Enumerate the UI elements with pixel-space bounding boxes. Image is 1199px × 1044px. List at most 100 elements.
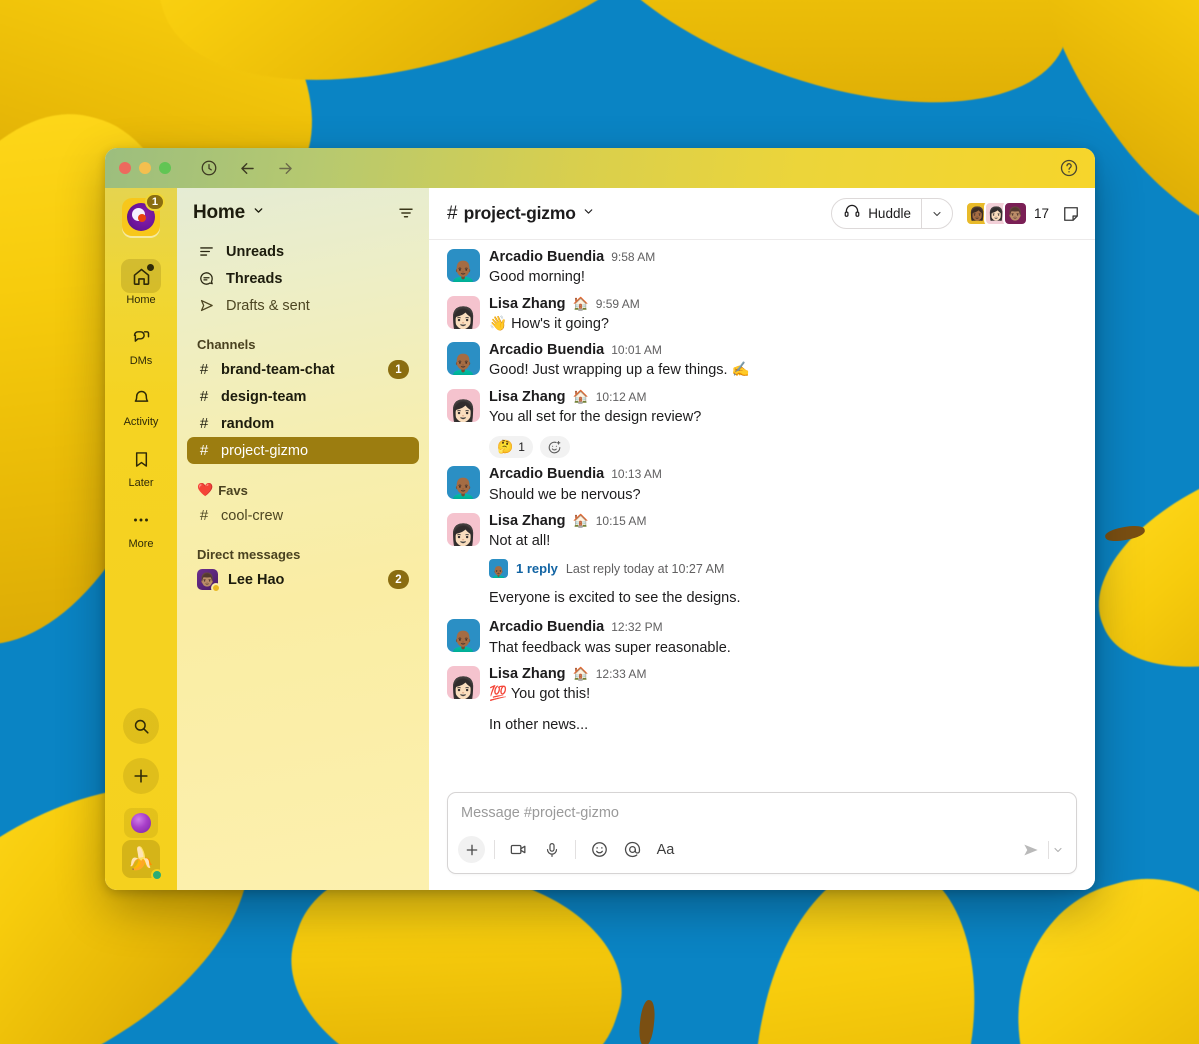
section-channels[interactable]: Channels [187,337,429,352]
close-button[interactable] [119,162,131,174]
rail-item-activity[interactable]: Activity [113,376,169,431]
message-timestamp[interactable]: 12:32 PM [611,620,662,634]
section-favs[interactable]: ❤️ Favs [187,482,429,498]
message-author[interactable]: Lisa Zhang [489,513,566,530]
back-arrow-icon[interactable] [237,158,257,178]
create-new-icon[interactable] [123,758,159,794]
drafts-icon [197,297,215,314]
emoji-icon[interactable] [585,835,614,864]
rail-item-dms[interactable]: DMs [113,315,169,370]
maximize-button[interactable] [159,162,171,174]
message-author[interactable]: Arcadio Buendia [489,249,604,266]
avatar[interactable]: 👩🏻 [447,295,480,329]
rail-item-home[interactable]: Home [113,254,169,309]
message-text: 👋 How's it going? [489,315,609,332]
avatar-image: 👨🏾‍🦲 [450,353,477,376]
avatar-image: 👨🏽 [1007,205,1024,221]
video-icon[interactable] [504,835,533,864]
sidebar-channel-cool-crew[interactable]: # cool-crew [187,502,419,529]
forward-arrow-icon[interactable] [275,158,295,178]
message-input[interactable]: Message #project-gizmo [448,793,1076,831]
sidebar-item-unreads[interactable]: Unreads [187,238,419,265]
avatar[interactable]: 👨🏾‍🦲 [447,619,480,653]
message-author[interactable]: Arcadio Buendia [489,619,604,636]
avatar[interactable]: 👩🏻 [447,512,480,546]
rail-item-more[interactable]: More [113,498,169,553]
message-text: Should we be nervous? [489,486,641,503]
add-reaction-icon[interactable] [539,436,570,459]
message-timestamp[interactable]: 12:33 AM [596,667,647,681]
message-list[interactable]: 👨🏾‍🦲 Arcadio Buendia 9:58 AM Good mornin… [429,240,1095,788]
divider [494,840,495,859]
window-titlebar [105,148,1095,188]
channel-title-dropdown[interactable]: # project-gizmo [447,203,595,225]
message-timestamp[interactable]: 10:12 AM [596,390,647,404]
avatar[interactable]: 👩🏻 [447,388,480,422]
message-author[interactable]: Lisa Zhang [489,666,566,683]
message-author[interactable]: Arcadio Buendia [489,466,604,483]
unread-badge: 2 [388,570,409,589]
sidebar-channel-design-team[interactable]: # design-team [187,383,419,410]
sidebar-channel-project-gizmo[interactable]: # project-gizmo [187,437,419,464]
microphone-icon[interactable] [537,835,566,864]
thread-reply-count[interactable]: 1 reply [516,561,558,576]
main-panel: # project-gizmo [429,188,1095,890]
formatting-icon[interactable]: Aa [651,835,680,864]
thread-summary[interactable]: 👨🏾‍🦲 1 reply Last reply today at 10:27 A… [447,554,1077,581]
huddle-start[interactable]: Huddle [832,202,921,225]
message-text: Not at all! [489,533,551,550]
section-direct-messages[interactable]: Direct messages [187,547,429,562]
message-composer[interactable]: Message #project-gizmo Aa [447,792,1077,874]
message-timestamp[interactable]: 9:58 AM [611,250,655,264]
plus-icon[interactable] [458,836,485,863]
message-row: 👨🏾‍🦲 Arcadio Buendia 10:13 AM Should we … [447,461,1077,508]
sidebar-channel-random[interactable]: # random [187,410,419,437]
sidebar-dm-lee-hao[interactable]: 👨🏽 Lee Hao 2 [187,566,419,593]
avatar[interactable]: 👨🏾‍🦲 [447,466,480,500]
rail-label-activity: Activity [123,416,159,428]
dms-icon [121,320,161,354]
reaction-bar: 🤔 1 [447,430,1077,461]
message-text-continuation: In other news... [489,716,589,733]
message-author[interactable]: Arcadio Buendia [489,342,604,359]
profile-orb-avatar[interactable] [124,808,158,838]
channel-label: random [221,415,275,432]
filter-icon[interactable] [397,204,415,222]
avatar[interactable]: 👩🏻 [447,665,480,699]
sidebar-item-drafts[interactable]: Drafts & sent [187,292,419,319]
send-icon[interactable] [1017,840,1045,860]
clock-history-icon[interactable] [199,158,219,178]
avatar-image: 🍌 [127,846,155,871]
window-controls[interactable] [119,162,171,174]
sidebar-item-threads[interactable]: Threads [187,265,419,292]
canvas-icon[interactable] [1061,204,1081,224]
sidebar-channel-brand-team-chat[interactable]: # brand-team-chat 1 [187,356,419,383]
message-timestamp[interactable]: 10:01 AM [611,343,662,357]
avatar[interactable]: 👨🏾‍🦲 [447,342,480,376]
user-avatar[interactable]: 🍌 [122,840,163,881]
message-author[interactable]: Lisa Zhang [489,296,566,313]
avatar[interactable]: 👨🏾‍🦲 [447,249,480,282]
channel-members[interactable]: 👩🏾 👩🏻 👨🏽 17 [964,201,1049,226]
sidebar-label-unreads: Unreads [226,243,285,260]
headphones-icon [843,202,861,225]
huddle-options-chevron-down-icon[interactable] [922,208,952,220]
avatar-image: 👨🏾‍🦲 [450,630,477,653]
message-timestamp[interactable]: 9:59 AM [596,297,640,311]
minimize-button[interactable] [139,162,151,174]
search-icon[interactable] [123,708,159,744]
message-timestamp[interactable]: 10:13 AM [611,467,662,481]
sidebar-title-dropdown[interactable]: Home [193,202,265,224]
composer-toolbar: Aa [448,831,1076,873]
send-options-chevron-down-icon[interactable] [1052,844,1066,856]
message-author[interactable]: Lisa Zhang [489,389,566,406]
rail-item-later[interactable]: Later [113,437,169,492]
message-timestamp[interactable]: 10:15 AM [596,514,647,528]
reaction-pill[interactable]: 🤔 1 [489,436,533,459]
workspace-switcher[interactable]: 1 [122,193,165,236]
help-circle-icon[interactable] [1059,158,1079,178]
home-unread-dot [147,264,154,271]
banana-decoration [532,0,1108,162]
mention-icon[interactable] [618,835,647,864]
huddle-button[interactable]: Huddle [831,198,953,229]
